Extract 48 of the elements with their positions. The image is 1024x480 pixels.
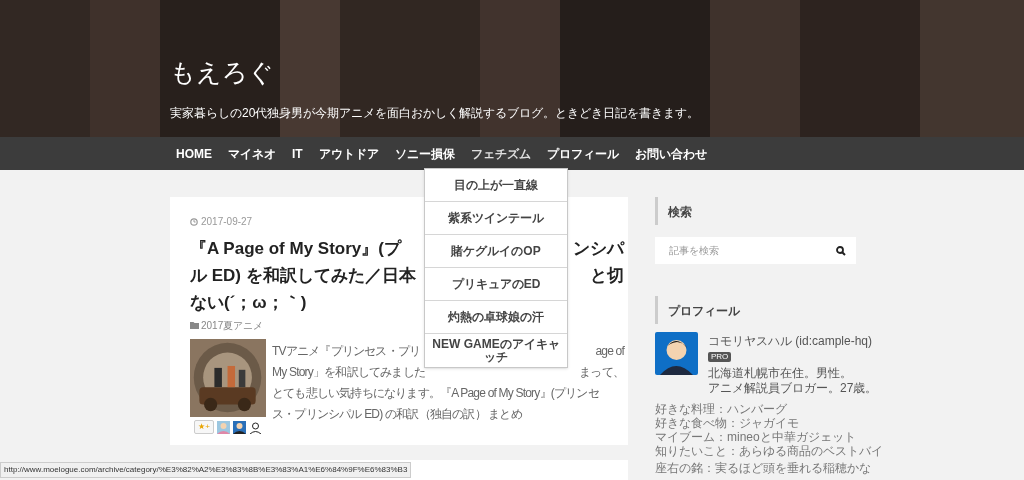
search-icon[interactable] — [836, 246, 846, 256]
nav-link[interactable]: ソニー損保 — [386, 144, 463, 163]
pro-badge: PRO — [708, 352, 732, 362]
status-bar: http://www.moelogue.com/archive/category/%E3%82%A2%E3%83%8B%E3%83%A1%E6%84%9F%E6%83%B3 — [0, 462, 412, 478]
text-line: My Story」を和訳してみました — [272, 364, 425, 381]
category-link[interactable]: 2017夏アニメ — [201, 318, 264, 333]
dropdown-item[interactable]: 灼熱の卓球娘の汗 — [425, 301, 567, 334]
text-line: ンシパ — [573, 238, 624, 260]
dropdown-item[interactable]: 紫系ツインテール — [425, 202, 567, 235]
widget-heading: 検索 — [668, 205, 692, 219]
folder-icon — [190, 322, 199, 329]
text-line: と切 — [590, 265, 624, 287]
text-line: ス・プリンシパル ED) の和訳（独自の訳） まとめ — [272, 406, 522, 423]
avatar-icon[interactable] — [232, 420, 246, 434]
text-line: ル ED) を和訳してみた／日本 — [190, 265, 416, 287]
clock-icon — [190, 217, 198, 226]
text-line: 『A Page of My Story』(プ — [190, 238, 401, 260]
site-tagline: 実家暮らしの20代独身男が今期アニメを面白おかしく解説するブログ。ときどき日記を書きます。 — [170, 104, 700, 122]
text-line: とても悲しい気持ちになります。『A Page of My Story』(プリンセ — [272, 385, 599, 402]
post-date: 2017-09-27 — [201, 215, 253, 229]
search-field[interactable]: 記事を検索 — [655, 237, 856, 264]
profile-fact: マイブーム：mineoと中華ガジェット — [655, 430, 857, 444]
profile-bio: アニメ解説員ブロガー。27歳。 — [708, 381, 878, 396]
avatar-icon — [655, 332, 698, 375]
nav-link[interactable]: アウトドア — [310, 144, 387, 163]
text-line: age of — [595, 343, 624, 360]
nav-link[interactable]: マイネオ — [220, 144, 284, 163]
text-line: TVアニメ『プリンセス・プリ — [272, 343, 421, 360]
text-line: まって、 — [579, 364, 624, 381]
profile-fact: 知りたいこと：あらゆる商品のベストバイ — [655, 444, 884, 458]
profile-fact: 好きな料理：ハンバーグ — [655, 402, 788, 416]
profile-motto: 座右の銘：実るほど頭を垂れる稲穂かな — [655, 461, 872, 475]
dropdown-item[interactable]: プリキュアのED — [425, 268, 567, 301]
dropdown-item[interactable]: NEW GAMEのアイキャッチ — [425, 334, 567, 367]
site-title[interactable]: もえろぐ — [170, 54, 274, 92]
nav-link[interactable]: お問い合わせ — [626, 144, 715, 163]
profile-fact: 好きな食べ物：ジャガイモ — [655, 416, 800, 430]
avatar-icon[interactable] — [248, 420, 262, 434]
dropdown-item[interactable]: 賭ケグルイのOP — [425, 235, 567, 268]
nav-link[interactable]: HOME — [168, 144, 220, 163]
nav-link[interactable]: フェチズム — [462, 144, 539, 163]
nav-link[interactable]: プロフィール — [538, 144, 627, 163]
profile-name[interactable]: コモリヤスハル (id:cample-hq) — [708, 332, 878, 350]
nav-link[interactable]: IT — [284, 144, 311, 163]
widget-heading: プロフィール — [668, 304, 740, 318]
text-line: ない(´；ω；｀) — [190, 292, 307, 314]
dropdown-item[interactable]: 目の上が一直線 — [425, 169, 567, 202]
profile-bio: 北海道札幌市在住。男性。 — [708, 366, 853, 381]
